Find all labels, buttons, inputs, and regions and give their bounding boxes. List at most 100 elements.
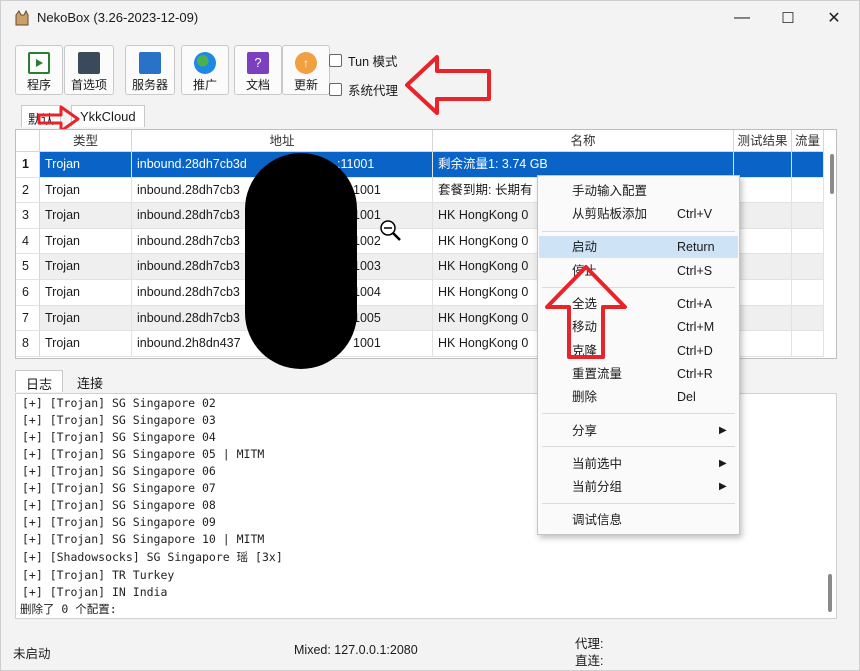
- program-icon: [28, 52, 50, 74]
- column-header-traffic[interactable]: 流量: [792, 130, 824, 152]
- row-number: 2: [16, 177, 40, 204]
- cell-test-result: [734, 152, 792, 178]
- cell-traffic: [792, 152, 824, 178]
- document-icon: ?: [247, 52, 269, 74]
- tab-connections[interactable]: 连接: [67, 370, 113, 392]
- promote-button[interactable]: 推广: [181, 45, 229, 95]
- window-title: NekoBox (3.26-2023-12-09): [37, 10, 199, 25]
- menu-item-delete[interactable]: 删除 Del: [539, 386, 738, 408]
- row-number: 1: [16, 152, 40, 178]
- column-header-type[interactable]: 类型: [40, 130, 132, 152]
- row-number: 8: [16, 331, 40, 357]
- server-icon: [139, 52, 161, 74]
- menu-separator: [542, 503, 735, 504]
- address-suffix: 1001: [353, 208, 381, 223]
- address-prefix: inbound.28dh7cb3: [137, 285, 240, 299]
- address-prefix: inbound.2h8dn437: [137, 336, 241, 351]
- cell-type: Trojan: [40, 177, 132, 204]
- column-header-test-result[interactable]: 测试结果: [734, 130, 792, 152]
- maximize-button[interactable]: ☐: [765, 1, 811, 35]
- log-line: [+] [Trojan] SG Singapore 03: [22, 413, 216, 427]
- cell-traffic: [792, 254, 824, 280]
- log-line: [+] [Trojan] SG Singapore 08: [22, 498, 216, 512]
- log-line: [+] [Trojan] SG Singapore 05 | MITM: [22, 447, 265, 461]
- cell-traffic: [792, 228, 824, 255]
- tab-log[interactable]: 日志: [15, 370, 64, 392]
- menu-item-current-selection[interactable]: 当前选中 ▶: [539, 453, 738, 475]
- menu-item-start[interactable]: 启动 Return: [539, 236, 738, 258]
- cell-traffic: [792, 177, 824, 204]
- column-header-name[interactable]: 名称: [433, 130, 734, 152]
- address-prefix: inbound.28dh7cb3: [137, 208, 240, 223]
- table-scrollbar[interactable]: [830, 154, 834, 194]
- address-prefix: inbound.28dh7cb3: [137, 233, 240, 248]
- app-window: NekoBox (3.26-2023-12-09) — ☐ ✕ 程序 首选项 服…: [0, 0, 860, 671]
- checkbox-box[interactable]: [329, 83, 342, 96]
- menu-separator: [542, 231, 735, 232]
- cell-test-result: [734, 228, 792, 255]
- close-button[interactable]: ✕: [811, 1, 857, 35]
- status-core-state: 未启动: [13, 647, 51, 661]
- cell-test-result: [734, 280, 792, 306]
- cell-traffic: [792, 331, 824, 357]
- address-prefix: inbound.28dh7cb3d: [137, 157, 247, 171]
- address-suffix: 1001: [353, 182, 381, 197]
- table-row[interactable]: 1 Trojan inbound.28dh7cb3d:11001 剩余流量1: …: [16, 152, 824, 178]
- row-number: 3: [16, 203, 40, 229]
- address-prefix: inbound.28dh7cb3: [137, 310, 240, 325]
- server-menu-button[interactable]: 服务器: [125, 45, 175, 95]
- address-suffix: 1003: [353, 259, 381, 274]
- status-direct-speed: 直连:: [575, 654, 604, 668]
- log-line: [+] [Trojan] SG Singapore 09: [22, 515, 216, 529]
- cell-type: Trojan: [40, 228, 132, 255]
- menu-separator: [542, 446, 735, 447]
- update-icon: ↑: [295, 52, 317, 74]
- chevron-right-icon: ▶: [719, 425, 727, 436]
- row-number: 4: [16, 228, 40, 255]
- cell-traffic: [792, 280, 824, 306]
- cell-type: Trojan: [40, 152, 132, 178]
- update-button[interactable]: ↑ 更新: [282, 45, 330, 95]
- menu-item-reset-traffic[interactable]: 重置流量 Ctrl+R: [539, 363, 738, 385]
- row-number: 5: [16, 254, 40, 280]
- log-line: 删除了 0 个配置:: [20, 602, 117, 616]
- menu-item-manual-input[interactable]: 手动输入配置: [539, 180, 738, 202]
- minimize-button[interactable]: —: [719, 1, 765, 35]
- status-mixed-port: Mixed: 127.0.0.1:2080: [294, 643, 418, 657]
- preferences-menu-button[interactable]: 首选项: [64, 45, 114, 95]
- chevron-right-icon: ▶: [719, 481, 727, 492]
- program-menu-button[interactable]: 程序: [15, 45, 63, 95]
- zoom-out-cursor-icon: [380, 220, 401, 241]
- checkbox-box[interactable]: [329, 54, 342, 67]
- menu-item-current-group[interactable]: 当前分组 ▶: [539, 476, 738, 498]
- chevron-right-icon: ▶: [719, 458, 727, 469]
- address-suffix: 1001: [353, 336, 381, 351]
- cell-name: 剩余流量1: 3.74 GB: [433, 152, 734, 178]
- address-suffix: 1002: [353, 233, 381, 248]
- cell-type: Trojan: [40, 280, 132, 306]
- cell-test-result: [734, 254, 792, 280]
- log-scrollbar[interactable]: [828, 574, 832, 612]
- docs-button[interactable]: ? 文档: [234, 45, 282, 95]
- log-line: [+] [Trojan] SG Singapore 04: [22, 430, 216, 444]
- neko-app-icon: [15, 9, 29, 26]
- cell-type: Trojan: [40, 203, 132, 229]
- group-tab-ykkcloud[interactable]: YkkCloud: [71, 105, 145, 127]
- log-line: [+] [Trojan] SG Singapore 07: [22, 481, 216, 495]
- row-number: 7: [16, 305, 40, 332]
- preferences-icon: [78, 52, 100, 74]
- address-prefix: inbound.28dh7cb3: [137, 259, 240, 274]
- cell-test-result: [734, 305, 792, 332]
- menu-separator: [542, 413, 735, 414]
- annotation-arrow-up: [545, 265, 627, 359]
- menu-item-debug-info[interactable]: 调试信息: [539, 509, 738, 531]
- log-line: [+] [Trojan] SG Singapore 06: [22, 464, 216, 478]
- tun-mode-checkbox[interactable]: Tun 模式: [329, 51, 398, 70]
- menu-item-share[interactable]: 分享 ▶: [539, 420, 738, 442]
- system-proxy-checkbox[interactable]: 系统代理: [329, 80, 398, 99]
- menu-item-add-from-clipboard[interactable]: 从剪贴板添加 Ctrl+V: [539, 203, 738, 225]
- log-line: [+] [Trojan] IN India: [22, 585, 168, 599]
- column-header-address[interactable]: 地址: [132, 130, 433, 152]
- log-line: [+] [Trojan] TR Turkey: [22, 568, 175, 582]
- address-prefix: inbound.28dh7cb3: [137, 182, 240, 197]
